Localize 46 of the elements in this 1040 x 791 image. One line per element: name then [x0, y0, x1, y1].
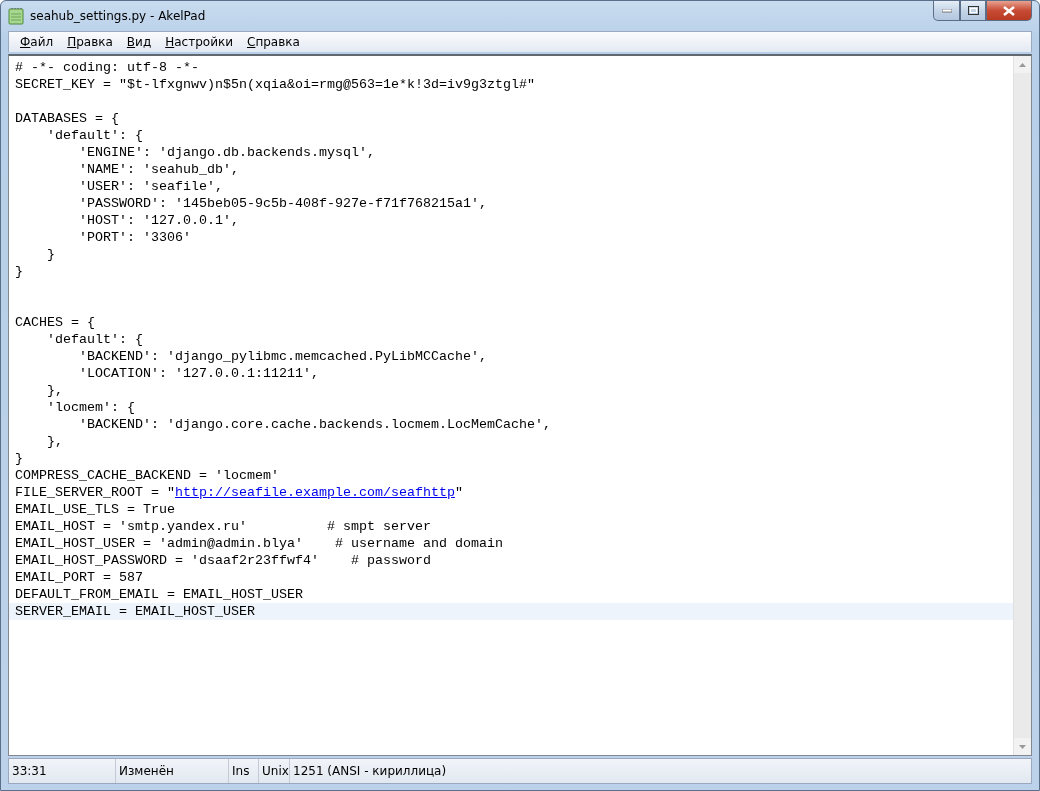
code-line: },: [46, 433, 64, 450]
minimize-icon: [941, 8, 952, 13]
code-line: EMAIL_PORT = 587: [14, 569, 144, 586]
code-line: 'PASSWORD': '145beb05-9c5b-408f-927e-f71f768215a1',: [78, 195, 488, 212]
code-line: 'ENGINE': 'django.db.backends.mysql',: [78, 144, 376, 161]
code-line: DATABASES = {: [14, 110, 120, 127]
code-line: EMAIL_HOST_USER = 'admin@admin.blya' # username and domain: [14, 535, 504, 552]
code-line: # -*- coding: utf-8 -*-: [14, 59, 200, 76]
code-line: 'default': {: [46, 331, 144, 348]
code-line: }: [14, 263, 24, 280]
code-line: 'BACKEND': 'django.core.cache.backends.locmem.LocMemCache',: [78, 416, 552, 433]
code-line: 'default': {: [46, 127, 144, 144]
scroll-down-icon: [1019, 744, 1026, 749]
code-line: 'locmem': {: [46, 399, 136, 416]
maximize-icon: [967, 6, 979, 15]
menu-item[interactable]: Правка: [60, 33, 120, 51]
code-line: }: [14, 450, 24, 467]
code-line: EMAIL_HOST = 'smtp.yandex.ru' # smpt server: [14, 518, 432, 535]
code-line: 'NAME': 'seahub_db',: [78, 161, 240, 178]
code-line: EMAIL_USE_TLS = True: [14, 501, 176, 518]
code-line: 'HOST': '127.0.0.1',: [78, 212, 240, 229]
code-line: 'LOCATION': '127.0.0.1:11211',: [78, 365, 320, 382]
menu-item[interactable]: Настройки: [158, 33, 240, 51]
notepad-icon: [8, 7, 24, 25]
code-line: },: [46, 382, 64, 399]
code-line: DEFAULT_FROM_EMAIL = EMAIL_HOST_USER: [14, 586, 304, 603]
code-line: }: [46, 246, 56, 263]
url-link[interactable]: http://seafile.example.com/seafhttp: [174, 485, 455, 500]
code-line: CACHES = {: [14, 314, 96, 331]
code-line: SECRET_KEY = "$t-lfxgnwv)n$5n(xqia&oi=rmg@563=1e*k!3d=iv9g3ztgl#": [14, 76, 536, 93]
code-line: FILE_SERVER_ROOT = "http://seafile.example.com/seafhttp": [14, 484, 464, 501]
vertical-scrollbar[interactable]: [1013, 56, 1031, 755]
code-line: 'PORT': '3306': [78, 229, 192, 246]
code-line: 'USER': 'seafile',: [78, 178, 224, 195]
menu-item[interactable]: Файл: [13, 33, 61, 51]
minimize-button[interactable]: [933, 1, 960, 21]
scroll-up-icon: [1019, 62, 1026, 67]
window-title: seahub_settings.py - AkelPad: [30, 9, 207, 23]
code-line: COMPRESS_CACHE_BACKEND = 'locmem': [14, 467, 280, 484]
code-line: EMAIL_HOST_PASSWORD = 'dsaaf2r23ffwf4' # password: [14, 552, 432, 569]
menu-item[interactable]: Справка: [240, 33, 307, 51]
code-line: 'BACKEND': 'django_pylibmc.memcached.PyLibMCCache',: [78, 348, 488, 365]
close-button[interactable]: [986, 1, 1032, 21]
menu-item[interactable]: Вид: [119, 33, 159, 51]
close-icon: [1003, 5, 1015, 16]
maximize-button[interactable]: [960, 1, 986, 21]
